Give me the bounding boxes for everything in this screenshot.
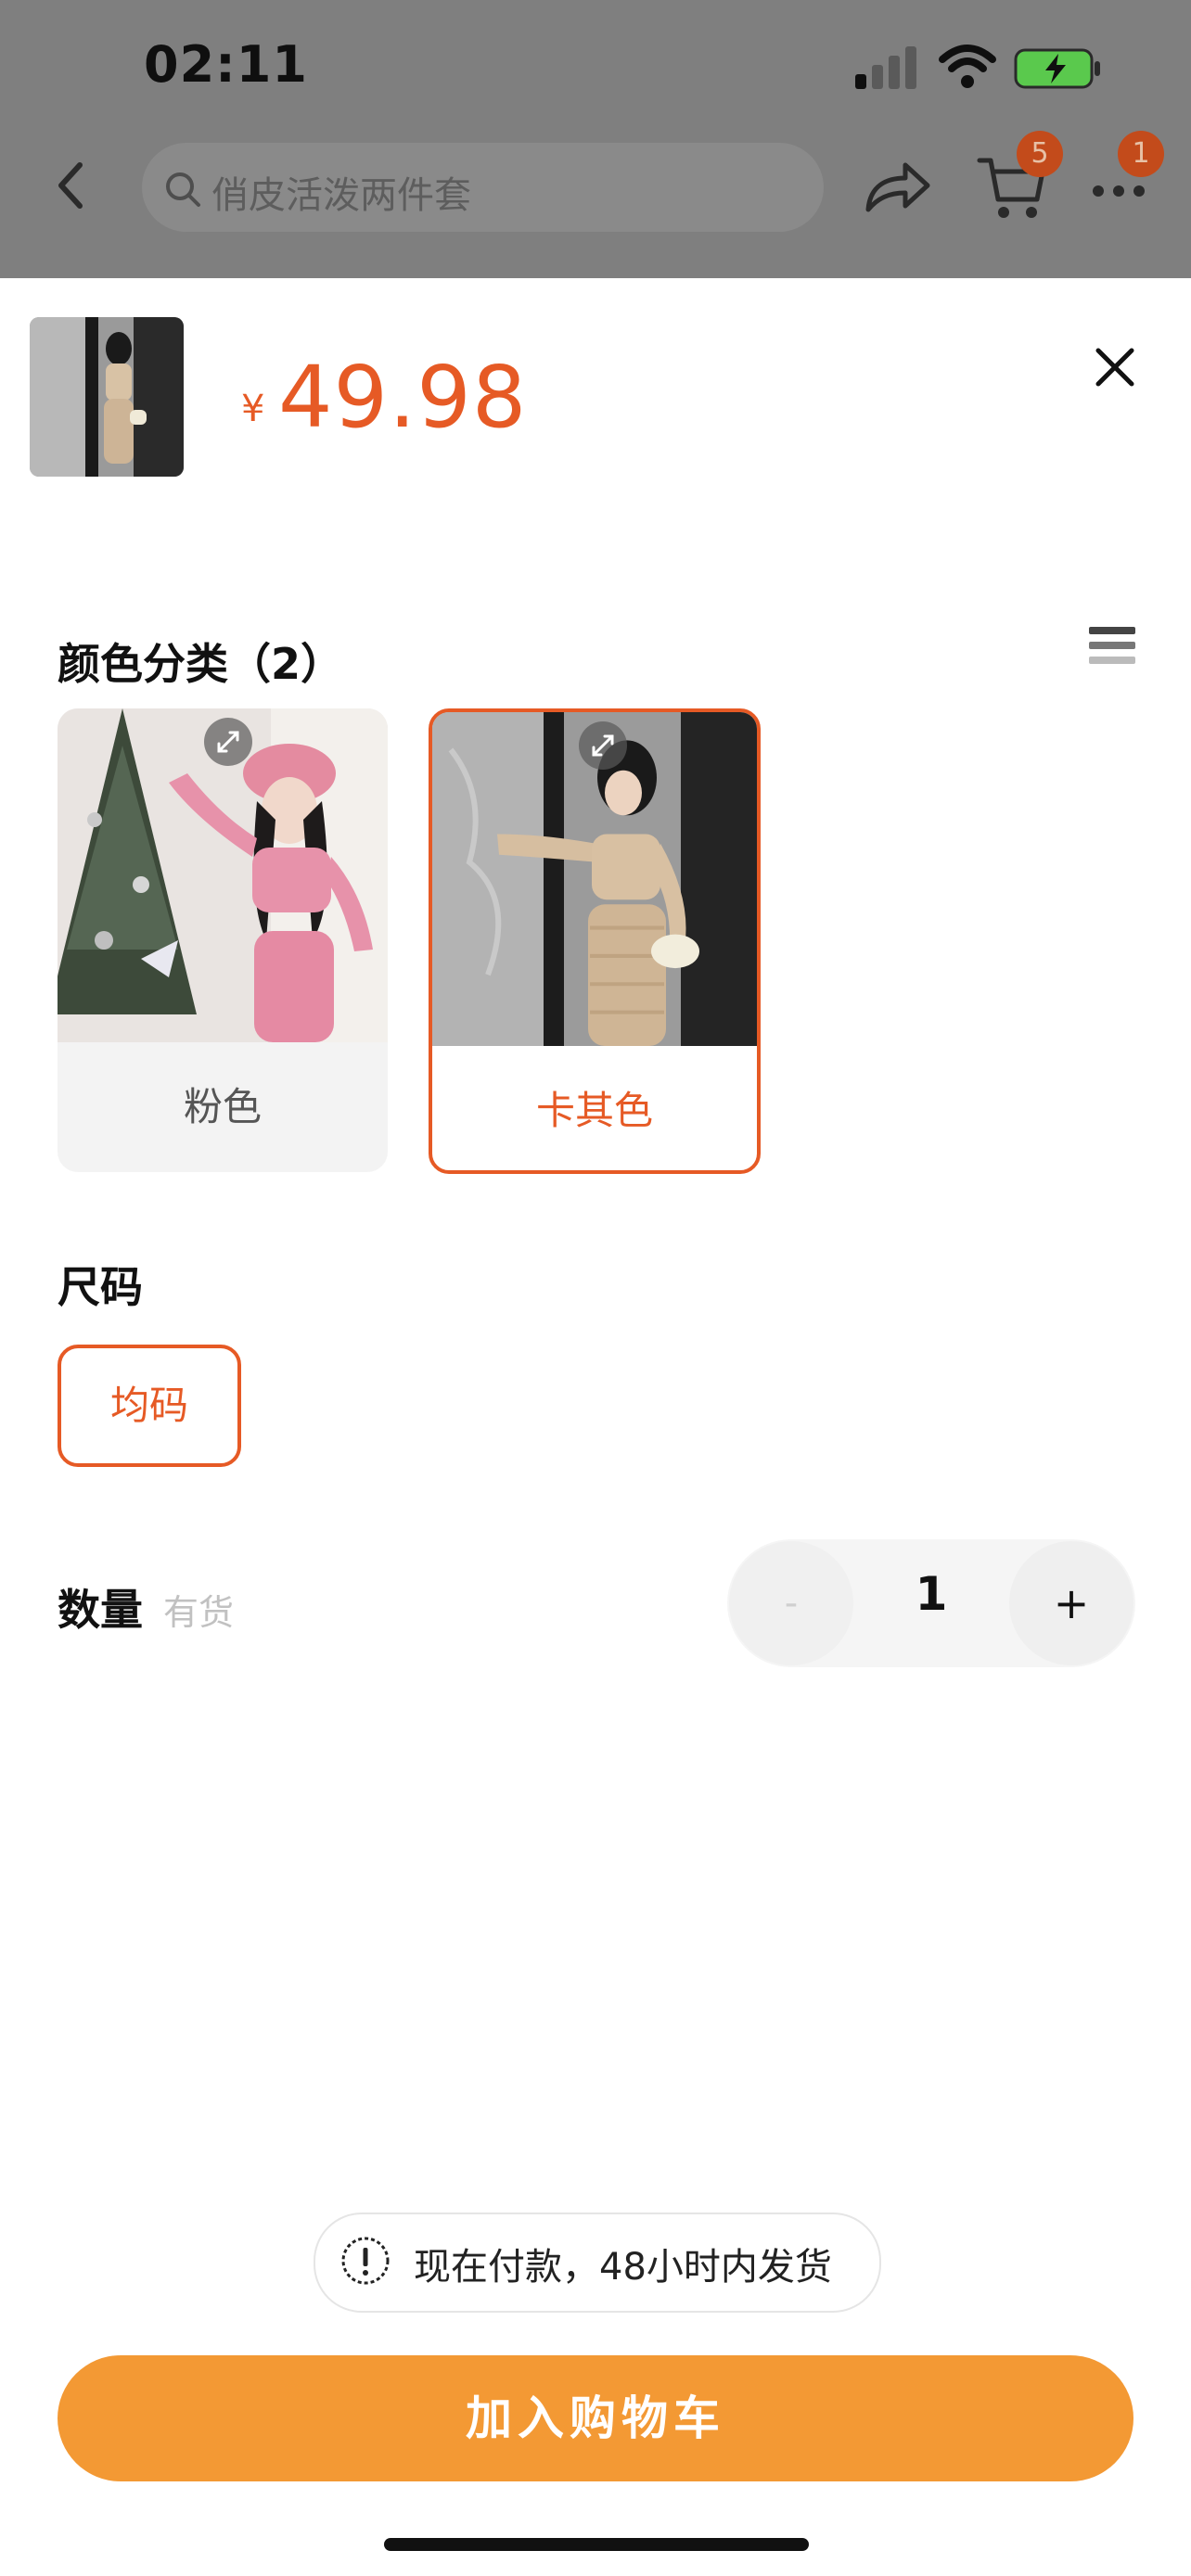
exclamation-icon [341, 2237, 390, 2285]
more-icon[interactable] [1091, 182, 1146, 200]
color-option-khaki[interactable]: 卡其色 [429, 708, 761, 1174]
close-icon[interactable] [1093, 345, 1137, 389]
add-to-cart-button[interactable]: 加入购物车 [58, 2355, 1133, 2481]
product-thumbnail[interactable] [30, 317, 184, 477]
stock-status: 有货 [163, 1592, 235, 1633]
battery-icon [1014, 48, 1100, 89]
currency-symbol: ¥ [241, 388, 265, 430]
back-icon[interactable] [52, 158, 89, 213]
shipping-notice-text: 现在付款，48小时内发货 [414, 2246, 832, 2289]
expand-icon[interactable] [204, 718, 252, 766]
signal-icon [855, 46, 916, 89]
quantity-value[interactable]: 1 [872, 1567, 991, 1621]
color-option-pink[interactable]: 粉色 [58, 708, 388, 1172]
list-view-icon[interactable] [1089, 625, 1135, 671]
color-section-title: 颜色分类（2） [58, 639, 344, 689]
search-icon [166, 172, 200, 207]
message-count-badge: 1 [1118, 131, 1164, 177]
share-icon[interactable] [863, 158, 933, 215]
status-time: 02:11 [144, 35, 308, 94]
product-price: 49.98 [278, 348, 528, 447]
size-option-one-size[interactable]: 均码 [58, 1345, 241, 1467]
color-option-label: 粉色 [183, 1084, 262, 1129]
home-indicator[interactable] [384, 2538, 809, 2551]
size-section-title: 尺码 [58, 1262, 143, 1312]
expand-icon[interactable] [579, 721, 627, 770]
increase-quantity-button[interactable]: + [1009, 1541, 1133, 1665]
quantity-title: 数量 [58, 1585, 143, 1635]
color-option-label: 卡其色 [535, 1088, 653, 1133]
cart-count-badge: 5 [1017, 131, 1063, 177]
decrease-quantity-button[interactable]: - [729, 1541, 853, 1665]
search-input[interactable]: 俏皮活泼两件套 [211, 165, 471, 219]
wifi-icon [939, 45, 996, 88]
